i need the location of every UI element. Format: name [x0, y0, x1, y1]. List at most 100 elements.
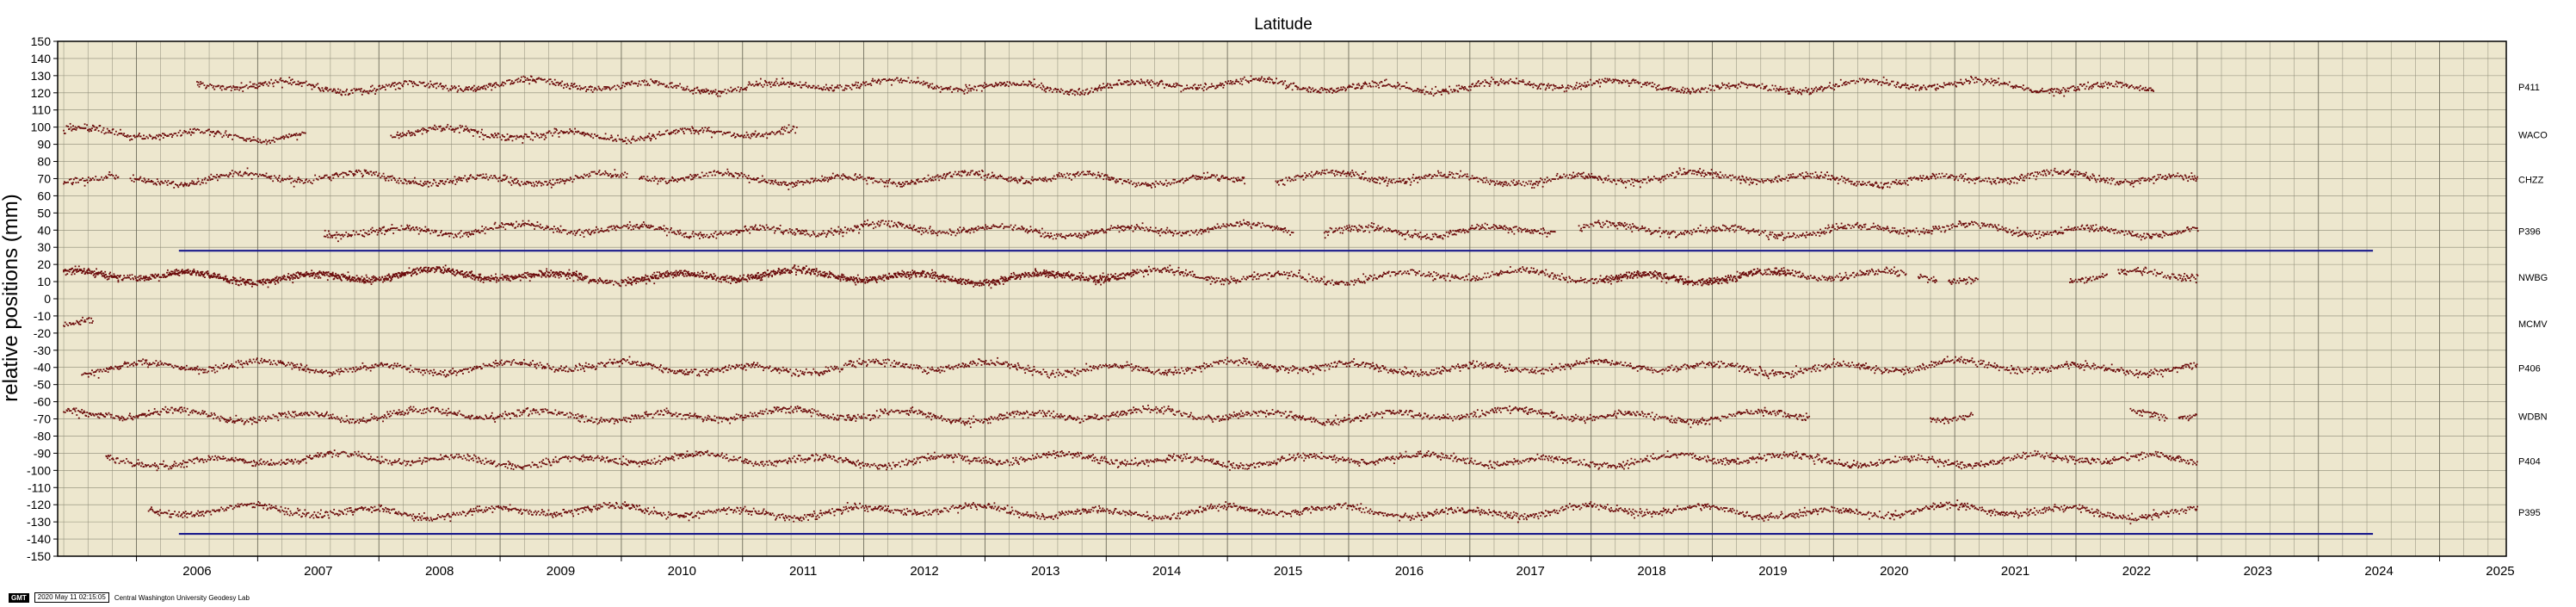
data-point [1074, 94, 1076, 96]
data-point [1757, 84, 1759, 87]
data-point [411, 82, 414, 84]
data-point [1966, 80, 1968, 83]
data-point [729, 131, 732, 133]
data-point [508, 139, 510, 141]
data-point [2066, 171, 2069, 173]
data-point [1126, 181, 1128, 183]
data-point [1880, 182, 1882, 184]
data-point [1808, 93, 1811, 96]
data-point [1146, 79, 1149, 82]
data-point [1384, 79, 1386, 82]
data-point [380, 87, 383, 90]
data-point [475, 177, 478, 179]
data-point [1169, 85, 1171, 87]
data-point [1449, 85, 1451, 88]
data-point [1346, 172, 1349, 175]
data-point [996, 177, 998, 180]
data-point [1096, 88, 1098, 90]
data-point [755, 136, 757, 138]
data-point [93, 126, 96, 128]
data-point [1677, 172, 1680, 175]
data-point [940, 85, 942, 88]
data-point [557, 81, 559, 84]
data-point [583, 173, 585, 176]
data-point [688, 176, 690, 178]
data-point [604, 88, 606, 90]
data-point [1441, 175, 1443, 177]
data-point [1739, 182, 1742, 184]
data-point [1853, 183, 1856, 186]
data-point [783, 81, 785, 84]
data-point [2048, 89, 2050, 91]
data-point [555, 179, 558, 182]
data-point [1468, 178, 1471, 181]
data-point [203, 84, 206, 86]
data-point [152, 183, 155, 185]
data-point [1823, 177, 1825, 179]
data-point [917, 181, 920, 183]
data-point [947, 173, 949, 176]
data-point [1727, 176, 1729, 178]
data-point [1953, 83, 1955, 85]
data-point [565, 131, 568, 133]
data-point [1213, 85, 1215, 88]
data-point [436, 87, 437, 90]
data-point [543, 138, 546, 140]
data-point [516, 177, 518, 180]
data-point [553, 132, 555, 134]
data-point [1135, 80, 1138, 83]
data-point [1428, 175, 1430, 177]
data-point [692, 177, 695, 179]
data-point [1928, 177, 1930, 180]
data-point [1266, 81, 1268, 83]
data-point [1143, 183, 1146, 185]
data-point [1197, 177, 1199, 180]
data-point [734, 88, 737, 90]
data-point [1678, 167, 1681, 170]
data-point [76, 177, 78, 179]
data-point [1269, 77, 1272, 80]
data-point [501, 81, 503, 84]
data-point [1559, 87, 1561, 90]
data-point [531, 184, 533, 187]
data-point [302, 82, 305, 84]
data-point [510, 184, 513, 186]
data-point [826, 177, 828, 179]
data-point [580, 176, 583, 177]
data-point [1933, 84, 1936, 86]
data-point [797, 180, 800, 182]
data-point [943, 173, 946, 176]
data-point [1184, 179, 1187, 182]
data-point [875, 180, 878, 183]
data-point [147, 178, 150, 181]
data-point [738, 174, 741, 177]
data-point [506, 133, 509, 135]
data-point [1378, 177, 1381, 178]
data-point [1633, 79, 1635, 82]
data-point [2059, 92, 2061, 95]
data-point [1049, 178, 1052, 181]
data-point [1240, 80, 1243, 83]
data-point [1519, 183, 1522, 185]
data-point [610, 134, 613, 137]
data-point [1484, 79, 1486, 81]
data-point [1173, 182, 1176, 184]
data-point [2019, 176, 2021, 177]
data-point [1430, 91, 1432, 94]
data-point [532, 139, 534, 141]
data-point [1865, 184, 1868, 186]
data-point [1449, 170, 1451, 173]
data-point [1111, 87, 1113, 89]
data-point [2080, 172, 2083, 175]
data-point [429, 182, 431, 183]
data-point [883, 181, 885, 183]
data-point [825, 84, 827, 86]
data-point [1978, 176, 1980, 178]
data-point [421, 133, 423, 135]
data-point [985, 84, 987, 86]
data-point [522, 137, 525, 139]
data-point [206, 84, 208, 87]
data-point [1368, 177, 1370, 180]
data-point [303, 132, 305, 134]
data-point [530, 76, 533, 78]
